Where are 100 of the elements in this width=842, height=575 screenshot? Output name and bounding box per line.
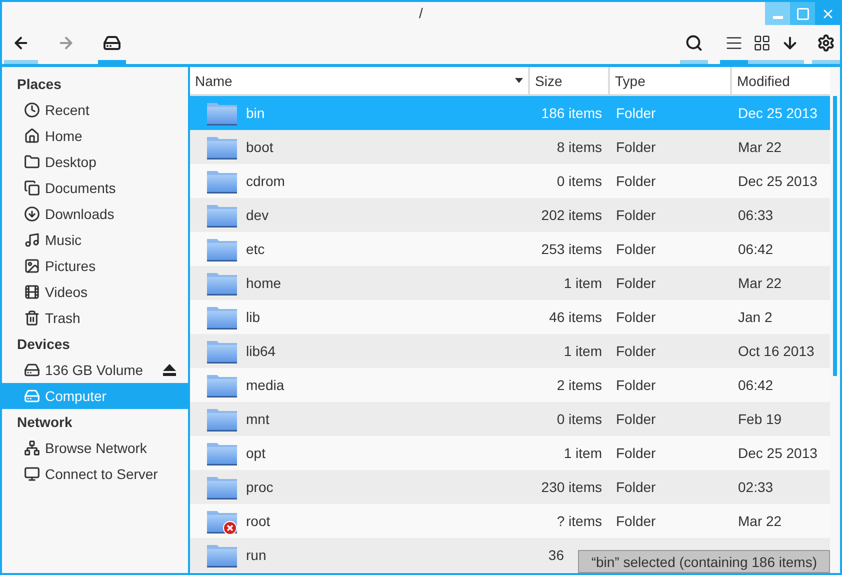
hard-drive-icon	[103, 34, 121, 52]
sidebar-item[interactable]: Trash	[2, 305, 188, 331]
sidebar-heading: Network	[16, 413, 74, 432]
file-row[interactable]: lib64 1 item Folder Oct 16 2013	[190, 334, 830, 368]
file-row[interactable]: proc 230 items Folder 02:33	[190, 470, 830, 504]
sidebar-item[interactable]: Music	[2, 227, 188, 253]
file-name: run	[246, 547, 266, 563]
sidebar-item[interactable]: Connect to Server	[2, 461, 188, 487]
sidebar-item[interactable]: Downloads	[2, 201, 188, 227]
modified-cell: Mar 22	[738, 513, 782, 529]
type-cell: Folder	[616, 139, 656, 155]
column-header[interactable]: Size	[530, 67, 610, 94]
type-cell: Folder	[616, 445, 656, 461]
modified-cell: Jan 2	[738, 309, 772, 325]
modified-cell: Mar 22	[738, 139, 782, 155]
sidebar-item[interactable]: Pictures	[2, 253, 188, 279]
network-icon	[24, 440, 40, 456]
file-name: media	[246, 377, 284, 393]
trash-icon	[24, 310, 40, 326]
sidebar-label: Documents	[45, 180, 117, 196]
sidebar-heading: Devices	[16, 335, 71, 354]
sidebar-item[interactable]: Browse Network	[2, 435, 188, 461]
file-name: dev	[246, 207, 269, 223]
column-header[interactable]: Name	[190, 67, 530, 94]
sidebar-item[interactable]: Home	[2, 123, 188, 149]
file-row[interactable]: dev 202 items Folder 06:33	[190, 198, 830, 232]
forward-arrow-icon	[57, 34, 75, 52]
type-cell: Folder	[616, 241, 656, 257]
type-cell: Folder	[616, 309, 656, 325]
scrollbar[interactable]	[833, 96, 837, 376]
file-name: lib64	[246, 343, 276, 359]
file-row[interactable]: mnt 0 items Folder Feb 19	[190, 402, 830, 436]
sidebar-label: Desktop	[45, 154, 98, 170]
type-cell: Folder	[616, 207, 656, 223]
type-cell: Folder	[616, 275, 656, 291]
sidebar-item[interactable]: Videos	[2, 279, 188, 305]
size-cell-text: 0 items	[556, 411, 603, 427]
file-name: home	[246, 275, 282, 291]
modified-cell: Dec 25 2013	[738, 173, 818, 189]
size-cell-text: 0 items	[556, 173, 603, 189]
size-cell-text: 8 items	[556, 139, 603, 155]
modified-cell: Feb 19	[738, 411, 782, 427]
hard-drive-icon	[24, 362, 40, 378]
folder-icon	[24, 154, 40, 170]
file-name: root	[246, 513, 270, 529]
sidebar-label: Trash	[45, 310, 82, 326]
size-cell-text: 2 items	[556, 377, 603, 393]
modified-cell: Mar 22	[738, 275, 782, 291]
sidebar-label: Videos	[45, 284, 89, 300]
file-row[interactable]: boot 8 items Folder Mar 22	[190, 130, 830, 164]
monitor-icon	[24, 466, 40, 482]
sidebar-label: Downloads	[45, 206, 116, 222]
modified-cell: 02:33	[738, 479, 774, 495]
type-cell: Folder	[616, 173, 656, 189]
house-icon	[24, 128, 40, 144]
size-cell-text: 46 items	[548, 309, 603, 325]
modified-cell: Dec 25 2013	[738, 105, 818, 121]
sidebar-label: Connect to Server	[45, 466, 159, 482]
eject-icon[interactable]	[163, 364, 176, 376]
modified-cell: 06:42	[738, 377, 774, 393]
type-cell: Folder	[616, 479, 656, 495]
list-view-icon	[725, 34, 743, 52]
file-row[interactable]: home 1 item Folder Mar 22	[190, 266, 830, 300]
documents-icon	[24, 180, 40, 196]
size-cell-text: 1 item	[562, 275, 603, 291]
sidebar-item[interactable]: Desktop	[2, 149, 188, 175]
size-cell-text: 1 item	[562, 343, 603, 359]
file-name: lib	[246, 309, 260, 325]
sidebar-label: Computer	[45, 388, 108, 404]
sidebar-item[interactable]: Documents	[2, 175, 188, 201]
file-name: opt	[246, 445, 266, 461]
grid-view-icon	[753, 34, 771, 52]
type-cell: Folder	[616, 377, 656, 393]
sidebar-item[interactable]: 136 GB Volume	[2, 357, 188, 383]
modified-cell: Oct 16 2013	[738, 343, 814, 359]
type-cell: Folder	[616, 105, 656, 121]
type-cell: Folder	[616, 343, 656, 359]
sidebar-label: Music	[45, 232, 83, 248]
size-cell-text: 230 items	[540, 479, 603, 495]
size-cell-text: 1 item	[562, 445, 603, 461]
file-name: etc	[246, 241, 265, 257]
size-cell-text: 202 items	[540, 207, 603, 223]
sidebar-item[interactable]: Recent	[2, 97, 188, 123]
size-cell-text: ? items	[556, 513, 603, 529]
column-header[interactable]: Modified	[732, 67, 830, 94]
status-toast: “bin” selected (containing 186 items)	[578, 550, 830, 573]
column-header[interactable]: Type	[610, 67, 732, 94]
size-cell-text: 186 items	[540, 105, 603, 121]
sidebar-label: Pictures	[45, 258, 97, 274]
file-name: cdrom	[246, 173, 285, 189]
modified-cell: Dec 25 2013	[738, 445, 818, 461]
sidebar-label: Recent	[45, 102, 90, 118]
modified-cell: 06:33	[738, 207, 774, 223]
picture-icon	[24, 258, 40, 274]
music-note-icon	[24, 232, 40, 248]
sidebar-label: 136 GB Volume	[45, 362, 144, 378]
maximize-icon	[796, 6, 810, 20]
file-name: mnt	[246, 411, 270, 427]
type-cell: Folder	[616, 411, 656, 427]
minimize-icon	[772, 16, 782, 19]
